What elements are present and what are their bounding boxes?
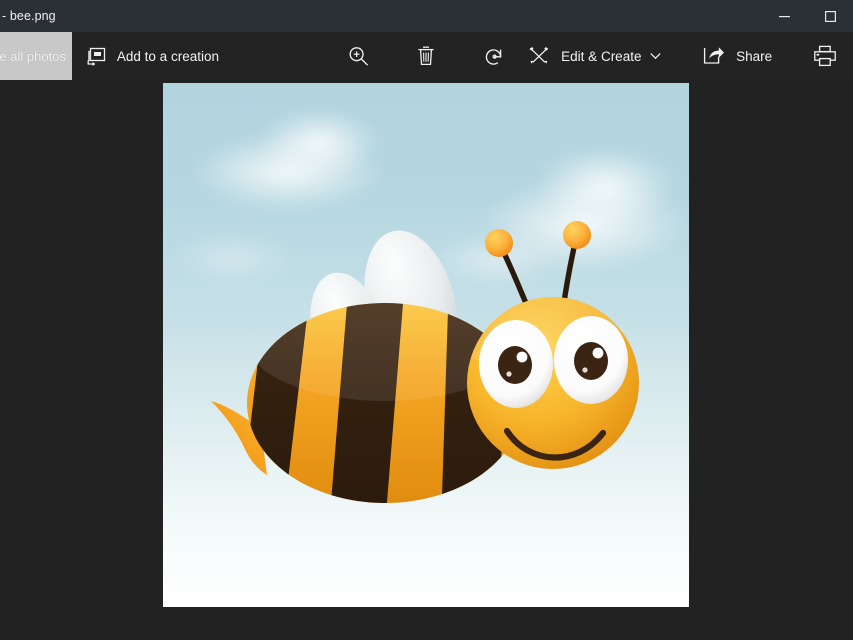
delete-button[interactable] [402,32,449,80]
see-all-photos-label: e all photos [0,49,66,64]
edit-create-label: Edit & Create [561,49,641,64]
share-label: Share [736,49,772,64]
add-to-creation-label: Add to a creation [117,49,219,64]
bee-illustration [163,83,689,607]
title-bar: - bee.png [0,0,853,32]
toolbar-spacer-b [449,32,471,80]
print-icon [813,45,837,67]
minimize-icon [779,11,790,22]
minimize-button[interactable] [761,0,807,32]
share-button[interactable]: Share [693,32,782,80]
add-to-creation-button[interactable]: Add to a creation [72,32,229,80]
toolbar-spacer-c [671,32,693,80]
print-button[interactable] [802,32,849,80]
photo-canvas[interactable] [163,83,689,607]
chevron-down-icon [650,52,661,60]
add-to-creation-icon [86,47,106,66]
edit-create-icon [528,46,550,66]
zoom-button[interactable] [335,32,382,80]
toolbar: e all photos Add to a creation [0,32,853,80]
window-title: - bee.png [0,9,56,23]
maximize-icon [825,11,836,22]
trash-icon [416,45,436,67]
maximize-button[interactable] [807,0,853,32]
see-all-photos-button[interactable]: e all photos [0,32,72,80]
toolbar-spacer-d [782,32,802,80]
rotate-icon [483,45,506,68]
rotate-button[interactable] [471,32,518,80]
photo-viewer-area [0,80,853,640]
window-controls [761,0,853,32]
share-icon [703,46,725,66]
toolbar-spacer-a [382,32,402,80]
toolbar-spacer-left [229,32,335,80]
antenna-ball-left [485,229,513,257]
edit-create-button[interactable]: Edit & Create [518,32,671,80]
zoom-in-icon [347,45,370,68]
antenna-ball-right [563,221,591,249]
